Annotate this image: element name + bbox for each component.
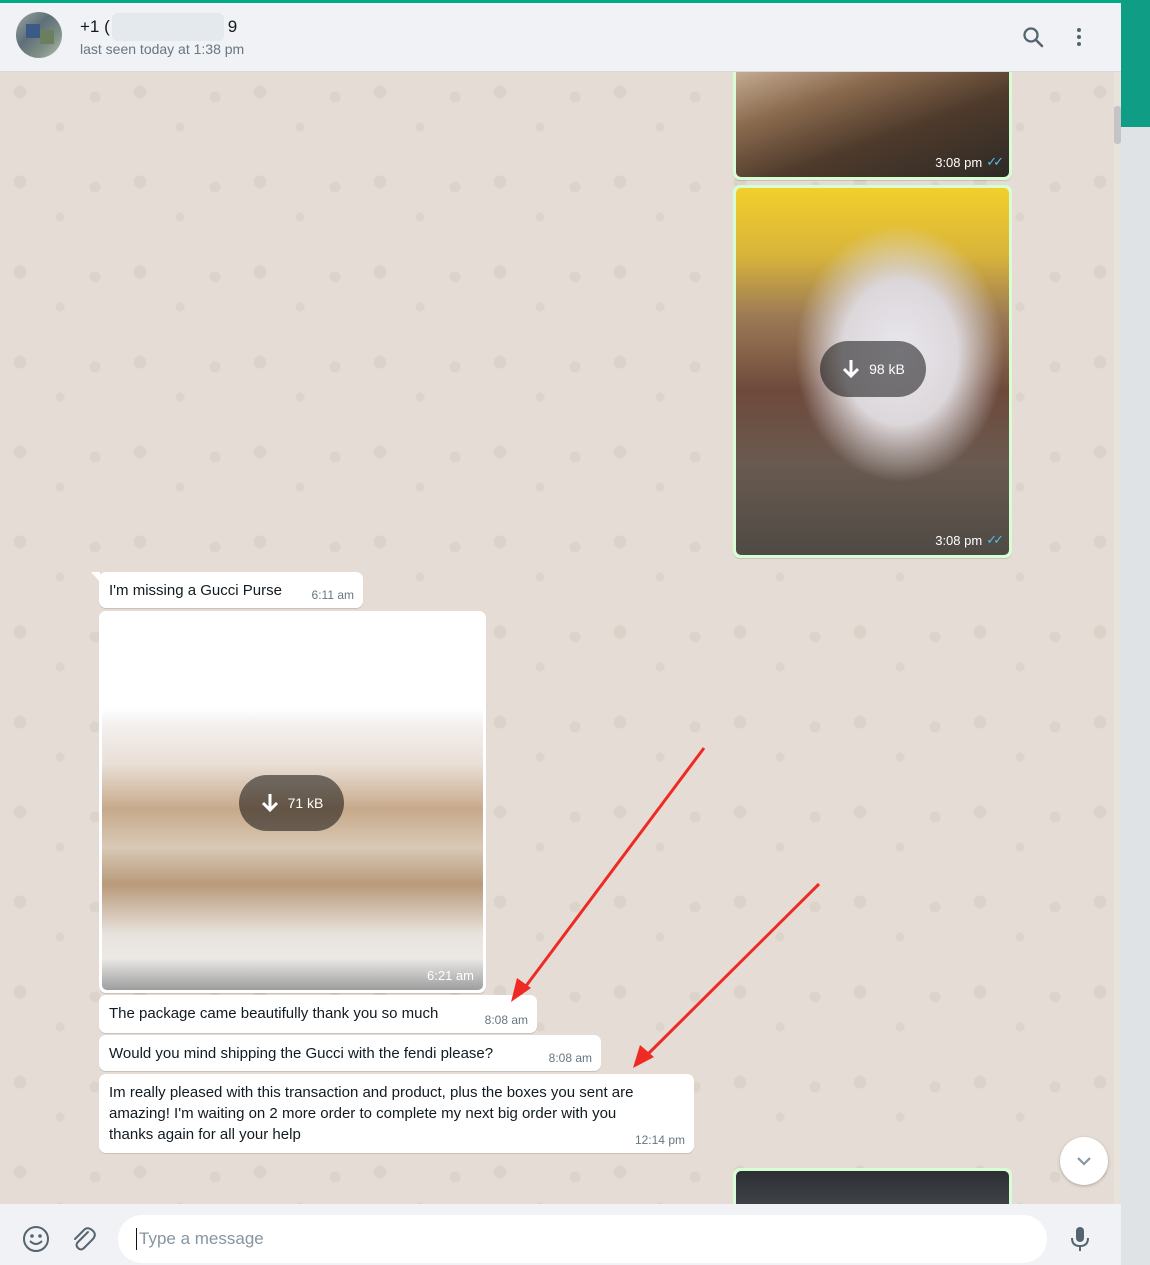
annotation-arrow-1 [518,747,706,995]
contact-avatar[interactable] [16,12,62,58]
menu-icon [1077,28,1081,46]
annotation-arrow-2-head [633,1045,654,1068]
scroll-to-bottom-button[interactable] [1060,1137,1108,1185]
attach-icon [74,1227,96,1251]
chat-panel[interactable]: 3:08 pm ✓✓ 98 kB 3:08 pm ✓✓ I'm missing … [0,72,1114,1204]
redaction-mask [112,13,224,41]
search-button[interactable] [1018,22,1048,52]
menu-button[interactable] [1064,22,1094,52]
last-seen-status: last seen today at 1:38 pm [80,41,245,57]
chat-header[interactable]: +1 (9 last seen today at 1:38 pm [0,3,1121,72]
scrollbar-thumb[interactable] [1114,106,1121,144]
emoji-button[interactable] [21,1224,51,1254]
side-panel-edge [1121,0,1150,1265]
attach-button[interactable] [68,1224,98,1254]
chat-scrollbar[interactable] [1114,72,1121,1204]
microphone-icon [1071,1227,1089,1251]
annotation-arrow-2 [640,882,821,1062]
emoji-icon [23,1226,49,1252]
annotation-arrows [511,747,821,1068]
chevron-down-icon [1077,1157,1091,1166]
voice-message-button[interactable] [1065,1224,1095,1254]
message-input[interactable]: Type a message [118,1215,1047,1263]
message-composer[interactable]: Type a message [0,1204,1121,1265]
search-icon [1023,27,1044,48]
